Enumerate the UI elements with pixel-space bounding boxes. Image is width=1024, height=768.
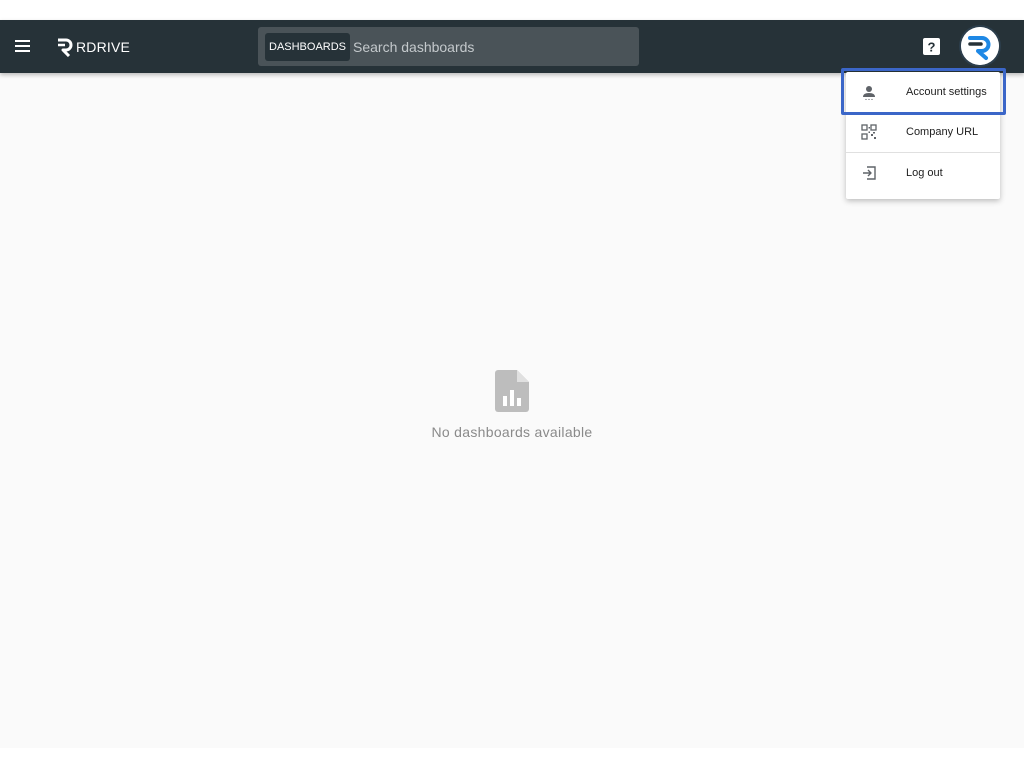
brand-logo[interactable]: RDRIVE [55,35,130,59]
app-shell: RDRIVE DASHBOARDS ? [0,20,1024,748]
search-scope-chip[interactable]: DASHBOARDS [265,33,351,61]
qr-code-icon [861,124,877,140]
avatar[interactable] [961,27,999,65]
logout-icon [863,165,876,180]
menu-item-account-settings[interactable]: Account settings [846,72,1000,112]
menu-item-company-url[interactable]: Company URL [846,112,1000,152]
help-icon: ? [923,38,940,55]
hamburger-icon-line [15,40,30,42]
svg-text:?: ? [928,40,936,55]
menu-item-log-out[interactable]: Log out [846,152,1000,192]
search-input[interactable] [353,33,628,61]
account-menu: Account settings Company URL Log out [846,72,1000,199]
menu-item-label: Company URL [906,126,979,138]
empty-state: No dashboards available [0,370,1024,440]
rdrive-avatar-icon [961,27,999,65]
search-bar: DASHBOARDS [258,27,639,66]
top-app-bar: RDRIVE DASHBOARDS ? [0,20,1024,73]
hamburger-icon-line [15,50,30,52]
brand-name: RDRIVE [76,39,131,55]
rdrive-logo-icon [58,38,73,57]
hamburger-icon-line [15,45,30,47]
menu-item-label: Log out [906,166,943,179]
chart-file-icon [495,370,529,412]
hamburger-menu-button[interactable] [12,35,34,57]
menu-item-label: Account settings [906,86,987,98]
help-button[interactable]: ? [923,38,940,55]
empty-state-message: No dashboards available [431,424,593,440]
person-icon [863,86,875,100]
